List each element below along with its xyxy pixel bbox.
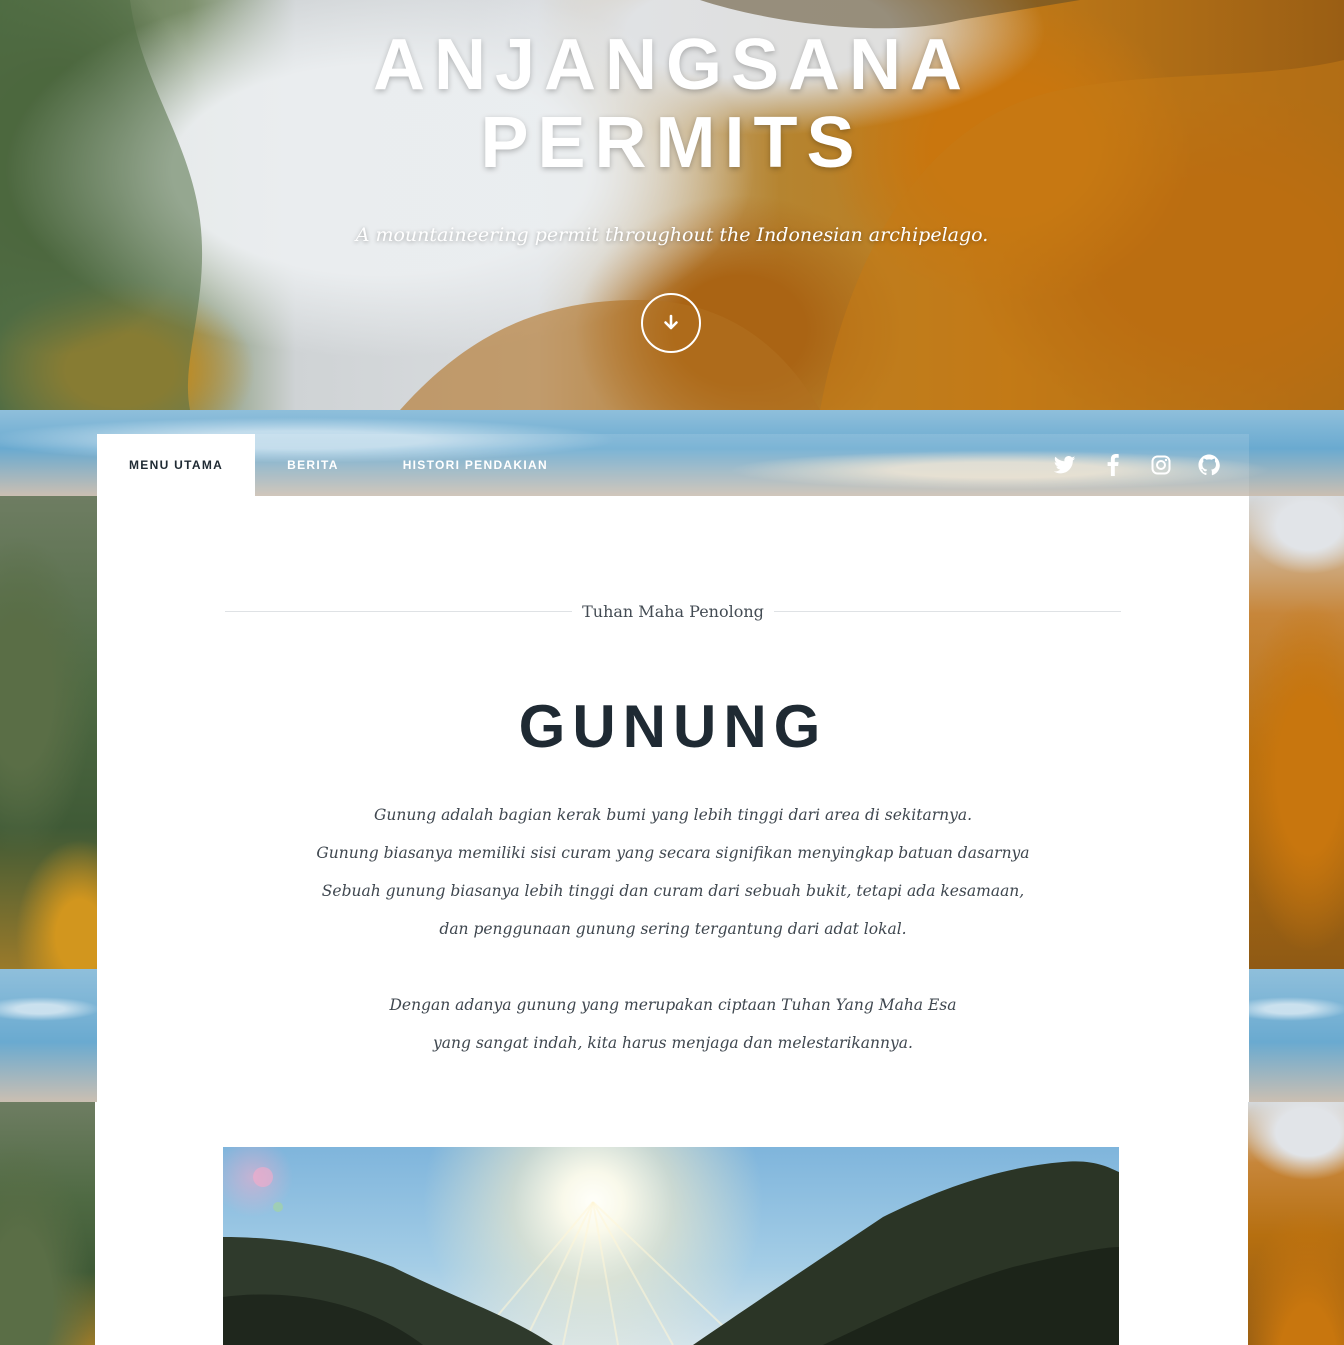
instagram-icon[interactable] — [1149, 453, 1173, 477]
main-content: Tuhan Maha Penolong GUNUNG Gunung adalah… — [97, 496, 1249, 1102]
section-title: GUNUNG — [518, 693, 828, 760]
nav-item-menu-utama[interactable]: MENU UTAMA — [97, 434, 256, 496]
paragraph-line: Gunung adalah bagian kerak bumi yang leb… — [373, 806, 973, 824]
site-tagline: A mountaineering permit throughout the I… — [355, 224, 989, 246]
paragraph-line: yang sangat indah, kita harus menjaga da… — [433, 1034, 913, 1052]
paragraph-line: dan penggunaan gunung sering tergantung … — [439, 920, 907, 938]
social-links — [1053, 434, 1221, 496]
left-mountain-tile — [0, 1102, 95, 1345]
site-title-line2: PERMITS — [480, 103, 864, 183]
eyebrow-divider: Tuhan Maha Penolong — [225, 596, 1121, 626]
paragraph-line: Dengan adanya gunung yang merupakan cipt… — [389, 996, 957, 1014]
site-title-line1: ANJANGSANA — [372, 25, 972, 105]
arrow-down-icon — [664, 314, 678, 330]
closing-paragraph: Dengan adanya gunung yang merupakan cipt… — [97, 986, 1249, 1062]
divider-line-right — [773, 610, 1121, 612]
nav-item-histori-pendakian[interactable]: HISTORI PENDAKIAN — [371, 434, 580, 496]
site-title: ANJANGSANA PERMITS — [0, 26, 1344, 182]
nav-links: MENU UTAMA BERITA HISTORI PENDAKIAN — [97, 434, 580, 496]
scroll-down-button[interactable] — [641, 293, 701, 353]
paragraph-line: Gunung biasanya memiliki sisi curam yang… — [316, 844, 1030, 862]
right-mountain-tile — [1249, 496, 1344, 969]
hero-header: ANJANGSANA PERMITS A mountaineering perm… — [0, 0, 1344, 410]
main-nav: MENU UTAMA BERITA HISTORI PENDAKIAN — [97, 434, 1249, 496]
divider-line-left — [225, 610, 573, 612]
right-mountain-tile — [1248, 1102, 1344, 1345]
left-mountain-tile — [0, 496, 97, 969]
eyebrow-text: Tuhan Maha Penolong — [582, 601, 764, 621]
right-sky-tile — [1249, 969, 1344, 1102]
nav-item-berita[interactable]: BERITA — [255, 434, 371, 496]
paragraph-line: Sebuah gunung biasanya lebih tinggi dan … — [321, 882, 1025, 900]
feature-photo — [223, 1147, 1119, 1345]
left-sky-tile — [0, 969, 97, 1102]
twitter-icon[interactable] — [1053, 453, 1077, 477]
intro-paragraph: Gunung adalah bagian kerak bumi yang leb… — [97, 796, 1249, 948]
github-icon[interactable] — [1197, 453, 1221, 477]
facebook-icon[interactable] — [1101, 453, 1125, 477]
